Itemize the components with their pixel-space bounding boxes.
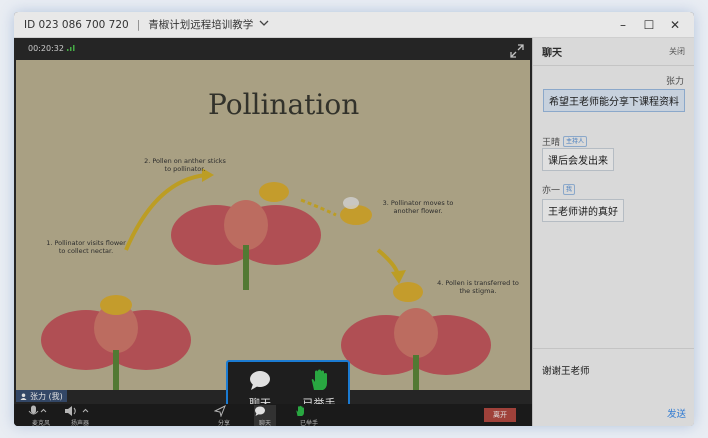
microphone-button[interactable]: 麦克风 [26,405,56,426]
video-area: 00:20:32 Pollination 1. Pollinator visit… [14,38,532,426]
raised-hand-icon [311,369,327,390]
close-window-button[interactable]: ✕ [662,18,688,32]
meeting-id: ID 023 086 700 720 [24,18,129,31]
chat-icon [255,406,265,416]
message-bubble: 课后会发出来 [542,148,614,171]
meeting-toolbar: 麦克风 扬声器 分享 聊天 已举手 离开 [14,404,532,426]
microphone-label: 麦克风 [31,420,50,426]
participant-name-tag: 张力 (我) [16,390,67,402]
speaker-label: 扬声器 [70,420,89,426]
self-badge: 我 [563,184,576,195]
raise-hand-button[interactable]: 已举手 [294,405,324,426]
step-4-text: 4. Pollen is transferred to the stigma. [437,279,519,295]
maximize-button[interactable]: ☐ [636,18,662,32]
sender-name: 亦一 [542,186,561,196]
message-sender: 王晴 主持人 [542,135,588,148]
step-2-text: 2. Pollen on anther sticks to pollinator… [144,157,226,173]
speaker-icon [65,406,89,416]
self-message-bubble: 希望王老师能分享下课程资料 [543,89,685,112]
speaker-button[interactable]: 扬声器 [62,405,98,426]
signal-icon [67,45,75,51]
meeting-timer: 00:20:32 [28,44,64,53]
send-button[interactable]: 发送 [667,406,686,420]
leave-button[interactable]: 离开 [484,408,516,422]
chat-label: 聊天 [258,420,271,426]
window-controls: – ☐ ✕ [610,12,688,38]
title-bar: ID 023 086 700 720 | 青椒计划远程培训教学 – ☐ ✕ [14,12,694,38]
chat-button[interactable]: 聊天 [254,405,276,426]
hand-icon [296,405,304,416]
title-separator: | [136,18,141,31]
user-icon [20,392,27,400]
chat-header: 聊天 关闭 [533,38,694,66]
chat-input-area: 谢谢王老师 发送 [533,348,694,426]
meeting-name[interactable]: 青椒计划远程培训教学 [148,17,253,32]
shared-slide: Pollination 1. Pollinator visits flower … [16,60,530,390]
fullscreen-icon[interactable] [508,42,526,60]
message-sender: 亦一 我 [542,183,576,196]
meeting-window: ID 023 086 700 720 | 青椒计划远程培训教学 – ☐ ✕ 00… [14,12,694,426]
slide-title: Pollination [208,88,360,121]
message-bubble: 王老师讲的真好 [542,199,624,222]
sender-name: 王晴 [542,138,561,148]
chevron-down-icon[interactable] [259,19,269,30]
host-badge: 主持人 [563,136,588,147]
step-1-text: 1. Pollinator visits flower to collect n… [46,239,126,255]
chat-bubble-icon [250,371,270,390]
step-3-text: 3. Pollinator moves to another flower. [382,199,454,215]
self-sender-name: 张力 [665,77,684,87]
chat-input[interactable]: 谢谢王老师 [542,363,590,377]
raise-hand-label: 已举手 [299,420,318,426]
share-icon [214,405,226,417]
share-button[interactable]: 分享 [214,405,234,426]
chat-title: 聊天 [542,48,562,59]
minimize-button[interactable]: – [610,18,636,32]
participant-name: 张力 (我) [30,391,63,401]
chat-panel: 聊天 关闭 张力 希望王老师能分享下课程资料 王晴 主持人 课后会发出来 亦一 … [532,38,694,426]
chat-close-button[interactable]: 关闭 [669,46,685,57]
microphone-icon [28,405,47,415]
share-label: 分享 [217,420,230,426]
